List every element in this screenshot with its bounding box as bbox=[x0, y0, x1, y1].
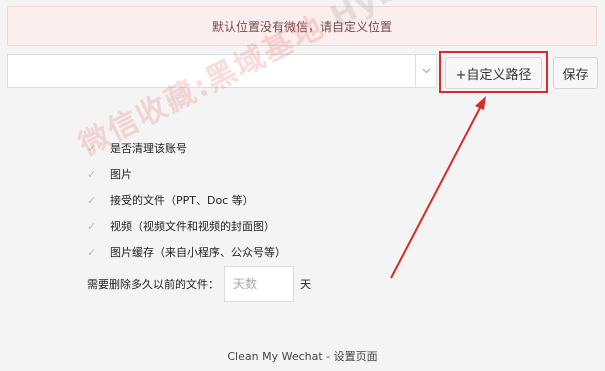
settings-page: 默认位置没有微信，请自定义位置 +自定义路径 保存 微信收藏:黑域基地 Hyba… bbox=[0, 0, 605, 371]
days-unit: 天 bbox=[300, 278, 311, 291]
check-icon: ✓ bbox=[87, 141, 97, 155]
custom-path-label: +自定义路径 bbox=[455, 67, 532, 83]
option-clean-account[interactable]: ✓ 是否清理该账号 bbox=[87, 135, 286, 161]
alert-text: 默认位置没有微信，请自定义位置 bbox=[211, 19, 392, 34]
path-select[interactable] bbox=[7, 54, 415, 88]
check-icon: ✓ bbox=[87, 219, 97, 233]
option-received-files[interactable]: ✓ 接受的文件（PPT、Doc 等） bbox=[87, 187, 286, 213]
option-label: 图片缓存（来自小程序、公众号等） bbox=[110, 246, 286, 259]
clean-options-list: ✓ 是否清理该账号 ✓ 图片 ✓ 接受的文件（PPT、Doc 等） ✓ 视频（视… bbox=[87, 135, 286, 265]
days-input[interactable] bbox=[224, 266, 294, 302]
check-icon: ✓ bbox=[87, 193, 97, 207]
chevron-down-icon[interactable] bbox=[415, 54, 437, 88]
footer-text: Clean My Wechat - 设置页面 bbox=[227, 350, 378, 363]
check-icon: ✓ bbox=[87, 245, 97, 259]
option-label: 图片 bbox=[110, 168, 132, 181]
save-button[interactable]: 保存 bbox=[553, 57, 598, 89]
option-label: 是否清理该账号 bbox=[110, 142, 187, 155]
option-image-cache[interactable]: ✓ 图片缓存（来自小程序、公众号等） bbox=[87, 239, 286, 265]
custom-path-button[interactable]: +自定义路径 bbox=[445, 57, 542, 89]
option-label: 视频（视频文件和视频的封面图） bbox=[110, 220, 275, 233]
path-select-row bbox=[7, 54, 437, 88]
option-videos[interactable]: ✓ 视频（视频文件和视频的封面图） bbox=[87, 213, 286, 239]
check-icon: ✓ bbox=[87, 167, 97, 181]
save-label: 保存 bbox=[562, 67, 589, 83]
delete-days-label: 需要删除多久以前的文件： bbox=[87, 278, 219, 291]
option-images[interactable]: ✓ 图片 bbox=[87, 161, 286, 187]
alert-banner: 默认位置没有微信，请自定义位置 bbox=[7, 6, 597, 46]
footer: Clean My Wechat - 设置页面 bbox=[0, 348, 605, 364]
option-label: 接受的文件（PPT、Doc 等） bbox=[110, 194, 254, 207]
delete-days-row: 需要删除多久以前的文件： 天 bbox=[87, 266, 311, 302]
